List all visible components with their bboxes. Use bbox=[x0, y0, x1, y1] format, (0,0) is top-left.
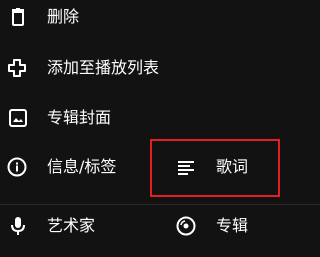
menu-item-label: 删除 bbox=[47, 7, 80, 26]
menu-item-label: 添加至播放列表 bbox=[47, 58, 160, 77]
album-disc-icon bbox=[176, 216, 196, 236]
menu-item-label: 信息/标签 bbox=[47, 157, 117, 176]
microphone-icon bbox=[8, 216, 28, 236]
info-icon bbox=[7, 157, 27, 177]
trash-icon bbox=[8, 7, 28, 27]
menu-item-album[interactable]: 专辑 bbox=[160, 206, 280, 246]
menu-item-info-tags[interactable]: 信息/标签 bbox=[0, 147, 150, 187]
menu-item-label: 专辑封面 bbox=[47, 108, 112, 127]
menu-item-label: 艺术家 bbox=[47, 216, 96, 235]
menu-item-add-to-playlist[interactable]: 添加至播放列表 bbox=[0, 48, 320, 88]
plus-icon bbox=[7, 58, 27, 78]
image-icon bbox=[8, 108, 28, 128]
menu-item-delete[interactable]: 删除 bbox=[0, 0, 320, 40]
menu-item-artist[interactable]: 艺术家 bbox=[0, 206, 150, 246]
menu-item-label: 专辑 bbox=[216, 216, 249, 235]
menu-item-album-cover[interactable]: 专辑封面 bbox=[0, 98, 320, 138]
highlight-box bbox=[150, 139, 280, 197]
divider bbox=[0, 204, 320, 205]
